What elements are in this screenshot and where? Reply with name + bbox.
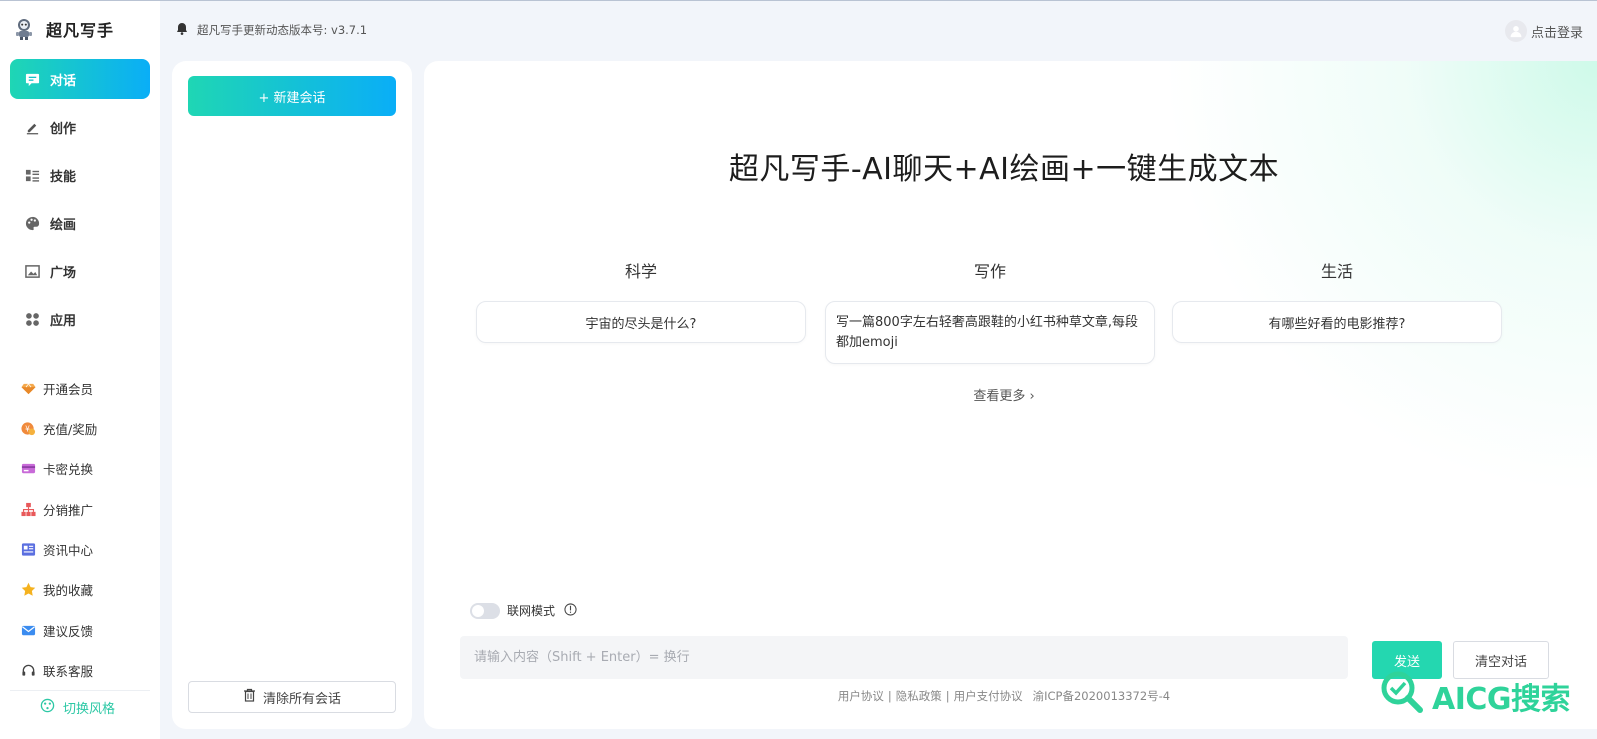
chat-icon (24, 71, 40, 87)
pen-icon (24, 119, 40, 135)
prompt-card-science[interactable]: 宇宙的尽头是什么? (476, 301, 806, 343)
coin-icon: ¥ (20, 420, 36, 436)
sub-item-support[interactable]: 联系客服 (10, 656, 150, 686)
sub-item-label: 卡密兑换 (43, 462, 94, 478)
nav-item-label: 应用 (50, 313, 77, 329)
nav-item-label: 广场 (50, 265, 77, 281)
sub-item-label: 充值/奖励 (43, 421, 98, 437)
nav-item-label: 绘画 (50, 217, 77, 233)
sub-item-label: 建议反馈 (43, 623, 94, 639)
web-mode-control: 联网模式 (470, 602, 577, 619)
apps-icon (24, 311, 40, 327)
nav-item-create[interactable]: 创作 (10, 107, 150, 147)
footer-separator: | (945, 689, 950, 703)
sub-item-card-redeem[interactable]: 卡密兑换 (10, 454, 150, 484)
news-icon (20, 542, 36, 558)
theme-toggle-label: 切换风格 (63, 702, 116, 717)
avatar (1504, 20, 1527, 42)
prompt-card-writing[interactable]: 写一篇800字左右轻奢高跟鞋的小红书种草文章,每段都加emoji (825, 301, 1155, 364)
category-heading-writing: 写作 (973, 262, 1006, 281)
robot-logo-icon (14, 18, 34, 40)
nav-item-label: 对话 (50, 73, 77, 89)
watermark-text: AICG搜索 (1432, 682, 1571, 717)
login-button[interactable]: 点击登录 (1504, 20, 1583, 42)
sub-item-favorites[interactable]: 我的收藏 (10, 575, 150, 605)
login-label: 点击登录 (1530, 25, 1583, 41)
footer-icp[interactable]: 渝ICP备2020013372号-4 (1033, 689, 1171, 703)
web-mode-switch[interactable] (470, 602, 500, 619)
sub-item-recharge[interactable]: ¥ 充值/奖励 (10, 413, 150, 443)
nav-item-apps[interactable]: 应用 (10, 299, 150, 339)
sub-item-membership[interactable]: 开通会员 (10, 373, 150, 403)
image-icon (24, 263, 40, 279)
message-input[interactable] (460, 636, 1348, 679)
sub-item-feedback[interactable]: 建议反馈 (10, 615, 150, 645)
palette-icon (24, 215, 40, 231)
nav-item-label: 创作 (50, 121, 77, 137)
view-more-link[interactable]: 查看更多 › (424, 385, 1584, 404)
brand-name: 超凡写手 (46, 21, 115, 40)
nav-item-square[interactable]: 广场 (10, 251, 150, 291)
brand[interactable]: 超凡写手 (14, 17, 114, 41)
trash-icon (243, 688, 256, 706)
mail-icon (20, 622, 36, 638)
update-notice-text: 超凡写手更新动态版本号: v3.7.1 (197, 23, 368, 37)
footer-link-payment-agreement[interactable]: 用户支付协议 (954, 689, 1023, 703)
main-nav: 对话 创作 技能 绘画 广场 应用 (10, 59, 150, 347)
update-notice[interactable]: 超凡写手更新动态版本号: v3.7.1 (176, 22, 367, 38)
page-title: 超凡写手-AI聊天+AI绘画+一键生成文本 (728, 152, 1280, 187)
theme-icon (40, 698, 55, 717)
magnifier-icon (1378, 668, 1430, 724)
sub-item-label: 分销推广 (43, 502, 94, 518)
nav-item-label: 技能 (50, 169, 77, 185)
list-grid-icon (24, 167, 40, 183)
sub-item-distribution[interactable]: 分销推广 (10, 494, 150, 524)
chat-main: 超凡写手-AI聊天+AI绘画+一键生成文本 科学 写作 生活 宇宙的尽头是什么?… (424, 61, 1597, 729)
sub-item-label: 我的收藏 (43, 583, 94, 599)
clear-all-label: 清除所有会话 (262, 691, 341, 707)
web-mode-label: 联网模式 (507, 604, 556, 618)
nav-item-skills[interactable]: 技能 (10, 155, 150, 195)
sidebar: 超凡写手 对话 创作 技能 绘画 广场 应用 开通会员 ¥ 充值/奖励 卡密兑换… (0, 1, 160, 739)
footer-link-user-agreement[interactable]: 用户协议 (838, 689, 884, 703)
watermark: AICG搜索 (1378, 668, 1571, 724)
theme-toggle-button[interactable]: 切换风格 (40, 698, 115, 717)
footer-separator: | (887, 689, 892, 703)
nav-item-draw[interactable]: 绘画 (10, 203, 150, 243)
bell-icon (176, 22, 188, 38)
category-heading-science: 科学 (624, 262, 657, 281)
network-icon (20, 501, 36, 517)
footer-link-privacy[interactable]: 隐私政策 (896, 689, 942, 703)
nav-divider (10, 690, 150, 691)
user-icon (1510, 26, 1522, 38)
headset-icon (20, 663, 36, 679)
new-chat-button[interactable]: + 新建会话 (188, 76, 396, 116)
top-border (0, 0, 1597, 1)
diamond-icon (20, 380, 36, 396)
clear-all-sessions-button[interactable]: 清除所有会话 (188, 681, 396, 713)
card-icon (20, 461, 36, 477)
session-panel: + 新建会话 清除所有会话 (172, 61, 412, 729)
info-icon[interactable] (564, 602, 577, 619)
sub-item-label: 资讯中心 (43, 543, 94, 559)
category-heading-life: 生活 (1320, 262, 1353, 281)
sub-item-label: 开通会员 (43, 381, 94, 397)
sub-item-label: 联系客服 (43, 664, 94, 680)
secondary-nav: 开通会员 ¥ 充值/奖励 卡密兑换 分销推广 资讯中心 我的收藏 建议反馈 联系… (10, 373, 150, 696)
prompt-card-life[interactable]: 有哪些好看的电影推荐? (1172, 301, 1502, 343)
sub-item-news[interactable]: 资讯中心 (10, 535, 150, 565)
svg-text:¥: ¥ (25, 424, 30, 433)
nav-item-chat[interactable]: 对话 (10, 59, 150, 99)
star-icon (20, 582, 36, 598)
